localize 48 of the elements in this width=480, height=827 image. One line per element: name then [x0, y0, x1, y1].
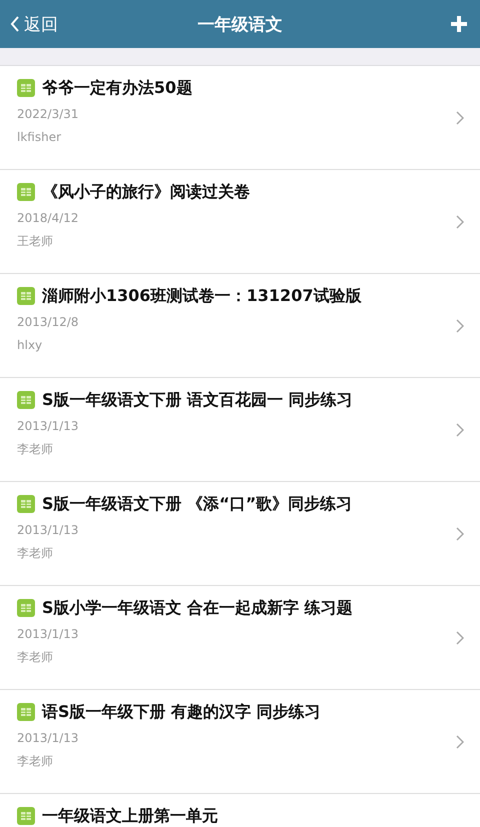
document-icon [17, 807, 35, 825]
item-date: 2022/3/31 [17, 106, 80, 123]
chevron-right-icon [456, 214, 464, 228]
document-icon [17, 391, 35, 409]
list-item[interactable]: S版一年级语文下册 语文百花园一 同步练习 2013/1/13 李老师 [0, 378, 480, 482]
list-item[interactable]: 一年级语文上册第一单元 [0, 794, 480, 827]
item-author: 李老师 [17, 753, 54, 770]
document-icon [17, 703, 35, 721]
back-button[interactable]: 返回 [10, 12, 58, 36]
item-title: 《风小子的旅行》阅读过关卷 [42, 182, 250, 202]
item-title: 爷爷一定有办法50题 [42, 78, 192, 98]
add-icon[interactable] [450, 15, 468, 33]
list-item[interactable]: 爷爷一定有办法50题 2022/3/31 lkfisher [0, 66, 480, 170]
document-icon [17, 79, 35, 97]
document-icon [17, 183, 35, 201]
list-item[interactable]: S版一年级语文下册 《添“口”歌》同步练习 2013/1/13 李老师 [0, 482, 480, 586]
item-date: 2013/1/13 [17, 626, 80, 643]
item-title: 一年级语文上册第一单元 [42, 806, 218, 826]
item-title: S版小学一年级语文 合在一起成新字 练习题 [42, 598, 353, 618]
item-author: 王老师 [17, 233, 54, 250]
item-author: 李老师 [17, 545, 54, 562]
list-item[interactable]: 淄师附小1306班测试卷一：131207试验版 2013/12/8 hlxy [0, 274, 480, 378]
item-date: 2018/4/12 [17, 210, 80, 227]
page-title: 一年级语文 [198, 14, 282, 36]
list-item[interactable]: 语S版一年级下册 有趣的汉字 同步练习 2013/1/13 李老师 [0, 690, 480, 794]
item-author: 李老师 [17, 649, 54, 666]
item-date: 2013/1/13 [17, 522, 80, 539]
document-icon [17, 495, 35, 513]
item-title: S版一年级语文下册 《添“口”歌》同步练习 [42, 494, 352, 514]
list-item[interactable]: 《风小子的旅行》阅读过关卷 2018/4/12 王老师 [0, 170, 480, 274]
chevron-right-icon [456, 422, 464, 436]
item-date: 2013/12/8 [17, 314, 80, 331]
chevron-right-icon [456, 734, 464, 748]
chevron-right-icon [456, 630, 464, 644]
item-date: 2013/1/13 [17, 730, 80, 747]
list-item[interactable]: S版小学一年级语文 合在一起成新字 练习题 2013/1/13 李老师 [0, 586, 480, 690]
document-icon [17, 599, 35, 617]
item-author: lkfisher [17, 129, 62, 146]
item-title: 语S版一年级下册 有趣的汉字 同步练习 [42, 702, 321, 722]
item-date: 2013/1/13 [17, 418, 80, 435]
chevron-right-icon [456, 318, 464, 332]
item-author: hlxy [17, 337, 44, 354]
item-author: 李老师 [17, 441, 54, 458]
item-title: 淄师附小1306班测试卷一：131207试验版 [42, 286, 362, 306]
chevron-right-icon [456, 110, 464, 124]
document-icon [17, 287, 35, 305]
item-title: S版一年级语文下册 语文百花园一 同步练习 [42, 390, 353, 410]
chevron-right-icon [456, 526, 464, 540]
